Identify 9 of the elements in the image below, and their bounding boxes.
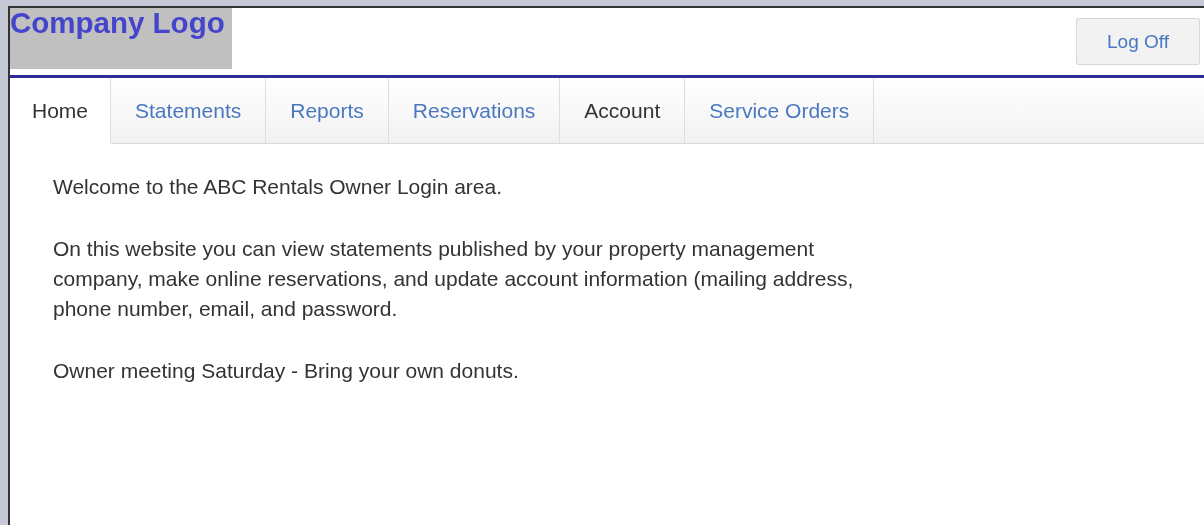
- log-off-button[interactable]: Log Off: [1076, 18, 1200, 65]
- paragraph: On this website you can view statements published by your property management company, make online reservations, and update account information (mailing address, phone number, email, and password.: [53, 236, 855, 322]
- nav-tab[interactable]: Statements: [111, 78, 267, 144]
- paragraph: Owner meeting Saturday - Bring your own donuts.: [53, 358, 520, 384]
- paragraph: Welcome to the ABC Rentals Owner Login area.: [53, 174, 503, 200]
- company-logo: Company Logo: [10, 8, 232, 69]
- nav-tab[interactable]: Reservations: [388, 78, 561, 144]
- nav-tab[interactable]: Service Orders: [685, 78, 875, 144]
- nav-tab[interactable]: Reports: [266, 78, 389, 144]
